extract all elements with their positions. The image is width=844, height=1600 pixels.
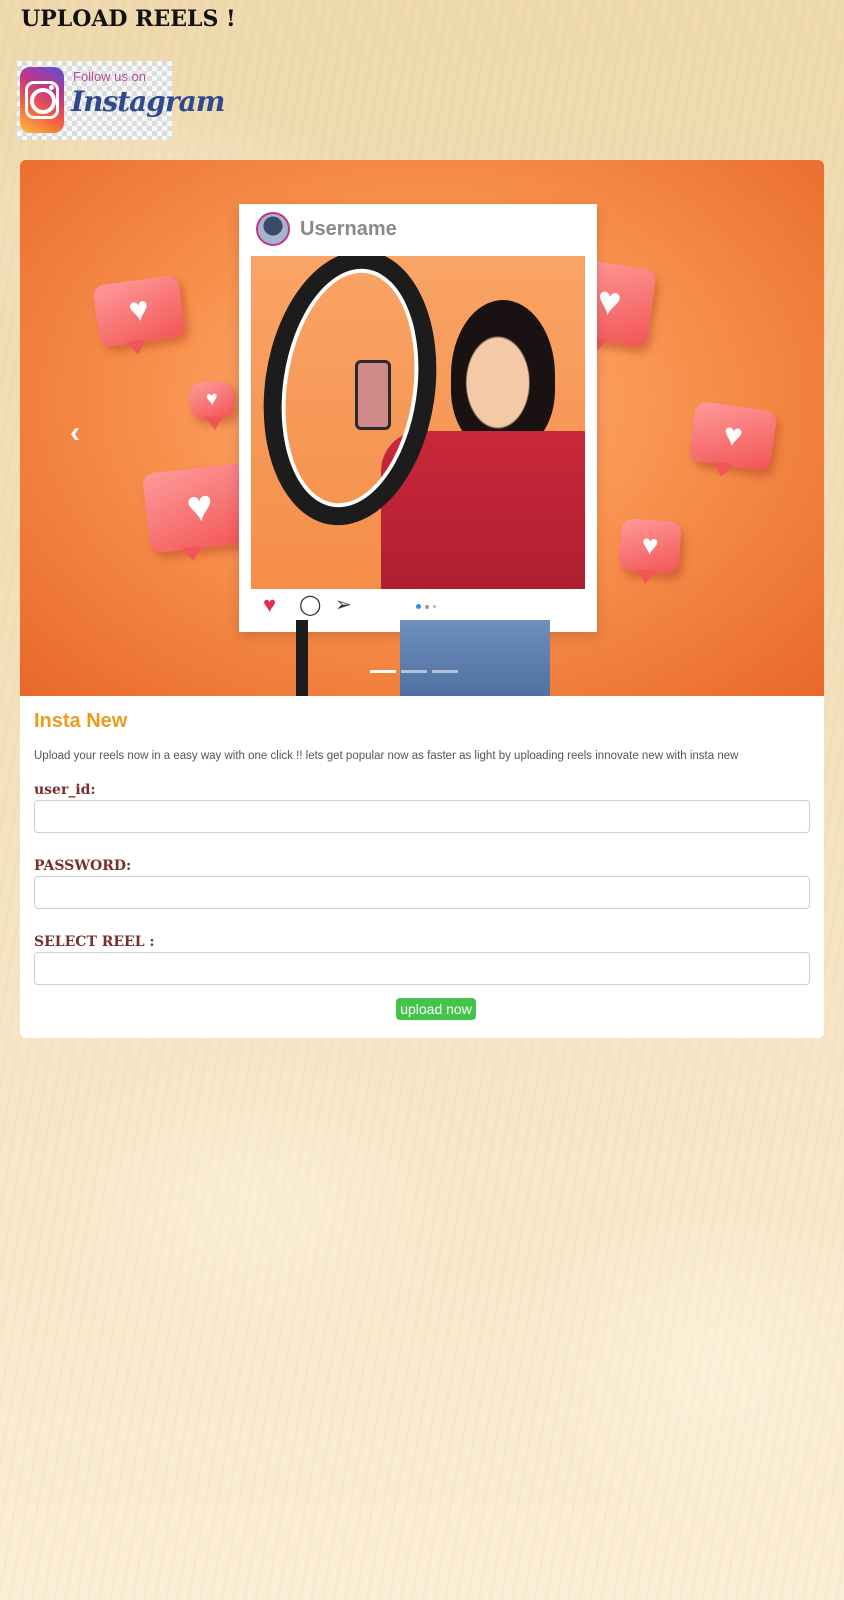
instagram-wordmark: Instagram <box>71 85 225 118</box>
instagram-follow-badge[interactable]: Follow us on Instagram <box>17 61 225 140</box>
avatar <box>256 212 290 246</box>
slide-indicators <box>370 660 463 678</box>
heart-bubble-icon: ♥ <box>92 274 186 348</box>
follow-us-text: Follow us on <box>73 69 146 84</box>
password-label: PASSWORD: <box>34 858 132 874</box>
heart-bubble-icon: ♥ <box>188 380 236 420</box>
phone-image <box>355 360 391 430</box>
form-title: Insta New <box>34 710 128 732</box>
select-reel-input[interactable] <box>34 952 810 985</box>
instagram-logo-icon <box>20 67 64 133</box>
user-id-input[interactable] <box>34 800 810 833</box>
page-title: UPLOAD REELS ! <box>21 6 236 32</box>
upload-now-button[interactable]: upload now <box>396 998 476 1020</box>
user-id-label: user_id: <box>34 782 96 798</box>
post-photo <box>251 256 585 589</box>
tripod-image <box>296 620 308 696</box>
form-description: Upload your reels now in a easy way with… <box>34 750 739 762</box>
post-username: Username <box>300 218 397 240</box>
heart-bubble-icon: ♥ <box>688 400 778 472</box>
hero-carousel: ♥ ♥ ♥ ♥ ♥ ♥ Username ♥ ◯ ➢ ‹ <box>20 160 824 696</box>
heart-bubble-icon: ♥ <box>618 517 682 575</box>
upload-card: ♥ ♥ ♥ ♥ ♥ ♥ Username ♥ ◯ ➢ ‹ Insta New U… <box>20 160 824 1038</box>
select-reel-label: SELECT REEL : <box>34 934 155 950</box>
password-input[interactable] <box>34 876 810 909</box>
slide-indicator-2[interactable] <box>401 670 427 673</box>
instagram-post-mockup: Username ♥ ◯ ➢ <box>239 204 597 632</box>
heart-icon: ♥ <box>263 592 277 617</box>
person-jeans <box>400 620 550 696</box>
slide-indicator-1[interactable] <box>370 670 396 673</box>
carousel-prev-button[interactable]: ‹ <box>70 416 80 450</box>
slide-indicator-3[interactable] <box>432 670 458 673</box>
share-icon: ➢ <box>335 594 352 616</box>
comment-icon: ◯ <box>299 594 322 616</box>
post-carousel-dots <box>416 598 440 616</box>
person-image <box>451 300 555 450</box>
